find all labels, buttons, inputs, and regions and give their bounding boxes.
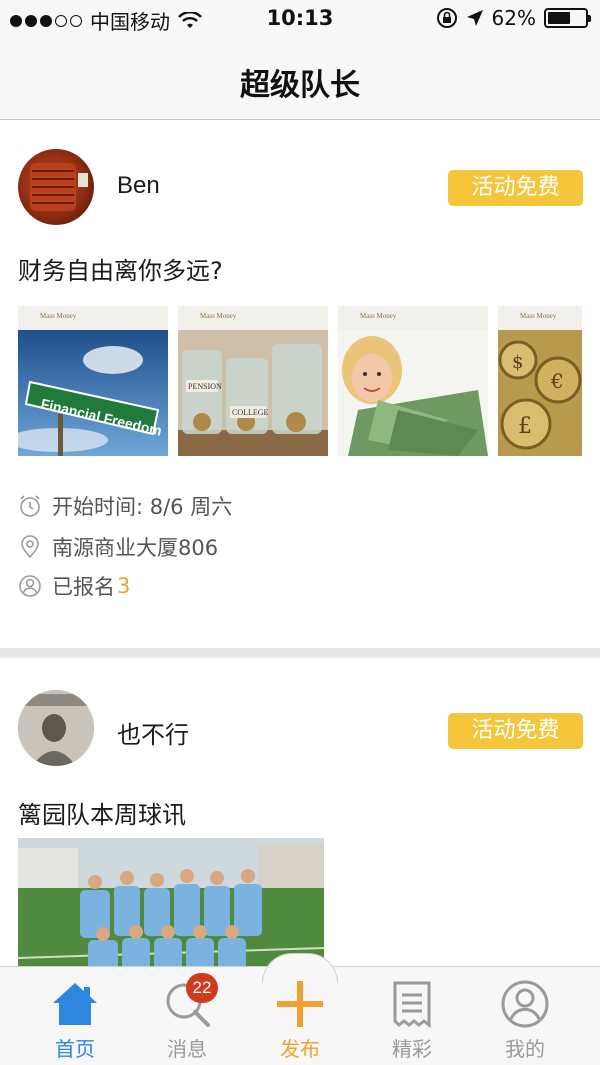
start-time-row: 开始时间: 8/6 周六 [18, 491, 232, 521]
avatar[interactable] [18, 690, 94, 766]
tab-label: 精彩 [392, 1037, 432, 1061]
status-right: 62% [436, 6, 591, 30]
battery-icon [544, 8, 591, 28]
tab-label: 我的 [505, 1037, 545, 1061]
home-icon [53, 983, 97, 1025]
svg-text:€: € [550, 369, 564, 393]
post-title[interactable]: 财务自由离你多远? [18, 251, 223, 286]
post-title[interactable]: 篱园队本周球讯 [18, 795, 186, 830]
tab-label: 消息 [167, 1037, 207, 1061]
user-circle-icon [19, 575, 41, 597]
status-bar: 中国移动 10:13 62% [0, 0, 600, 40]
tab-messages[interactable]: 22 消息 [137, 973, 237, 1062]
location-arrow-icon [466, 10, 483, 26]
avatar[interactable] [18, 149, 94, 225]
svg-text:PENSION: PENSION [188, 382, 222, 391]
username[interactable]: Ben [117, 172, 160, 200]
signed-up-label: 已报名 [52, 575, 115, 599]
feed[interactable]: Ben 活动免费 财务自由离你多远? Mass Money Financial … [0, 121, 600, 966]
start-time: 开始时间: 8/6 周六 [52, 495, 233, 519]
tab-featured[interactable]: 精彩 [362, 979, 462, 1062]
thumbnail-strip[interactable]: Mass Money Financial Freedom Mass Money [18, 306, 600, 456]
section-divider [0, 648, 600, 658]
rotation-lock-icon [436, 8, 457, 28]
free-activity-badge: 活动免费 [448, 170, 583, 206]
signed-up-row: 已报名 3 [18, 571, 130, 601]
thumbnail-image[interactable]: Mass Money Financial Freedom [18, 306, 168, 456]
battery-percent: 62% [491, 6, 536, 30]
nav-bar: 超级队长 [0, 40, 600, 120]
location-pin-icon [21, 535, 39, 559]
signed-up-count: 3 [117, 574, 131, 598]
alarm-clock-icon [20, 495, 40, 517]
post-photo[interactable] [18, 838, 324, 966]
tab-label: 首页 [55, 1037, 95, 1061]
location: 南源商业大厦806 [52, 536, 219, 560]
svg-text:£: £ [518, 414, 532, 439]
tab-label: 发布 [280, 1037, 320, 1061]
receipt-icon [393, 981, 431, 1029]
notification-badge: 22 [186, 973, 218, 1003]
post-card[interactable]: 也不行 活动免费 篱园队本周球讯 [0, 658, 600, 966]
thumbnail-image[interactable]: Mass Money [338, 306, 488, 456]
tab-publish[interactable]: 发布 [250, 979, 350, 1062]
thumbnail-image[interactable]: Mass Money $ € £ [498, 306, 582, 456]
plus-icon [277, 981, 323, 1027]
thumbnail-image[interactable]: Mass Money PENSION COLLEGE [178, 306, 328, 456]
page-title: 超级队长 [240, 68, 360, 103]
svg-text:COLLEGE: COLLEGE [232, 408, 269, 417]
tab-profile[interactable]: 我的 [475, 979, 575, 1062]
svg-text:$: $ [512, 352, 523, 373]
user-icon [501, 980, 549, 1028]
free-activity-badge: 活动免费 [448, 713, 583, 749]
username[interactable]: 也不行 [117, 715, 189, 750]
tab-bar: 首页 22 消息 发布 精彩 我的 [0, 953, 600, 1065]
post-card[interactable]: Ben 活动免费 财务自由离你多远? Mass Money Financial … [0, 121, 600, 648]
tab-home[interactable]: 首页 [25, 979, 125, 1062]
location-row: 南源商业大厦806 [18, 532, 218, 562]
